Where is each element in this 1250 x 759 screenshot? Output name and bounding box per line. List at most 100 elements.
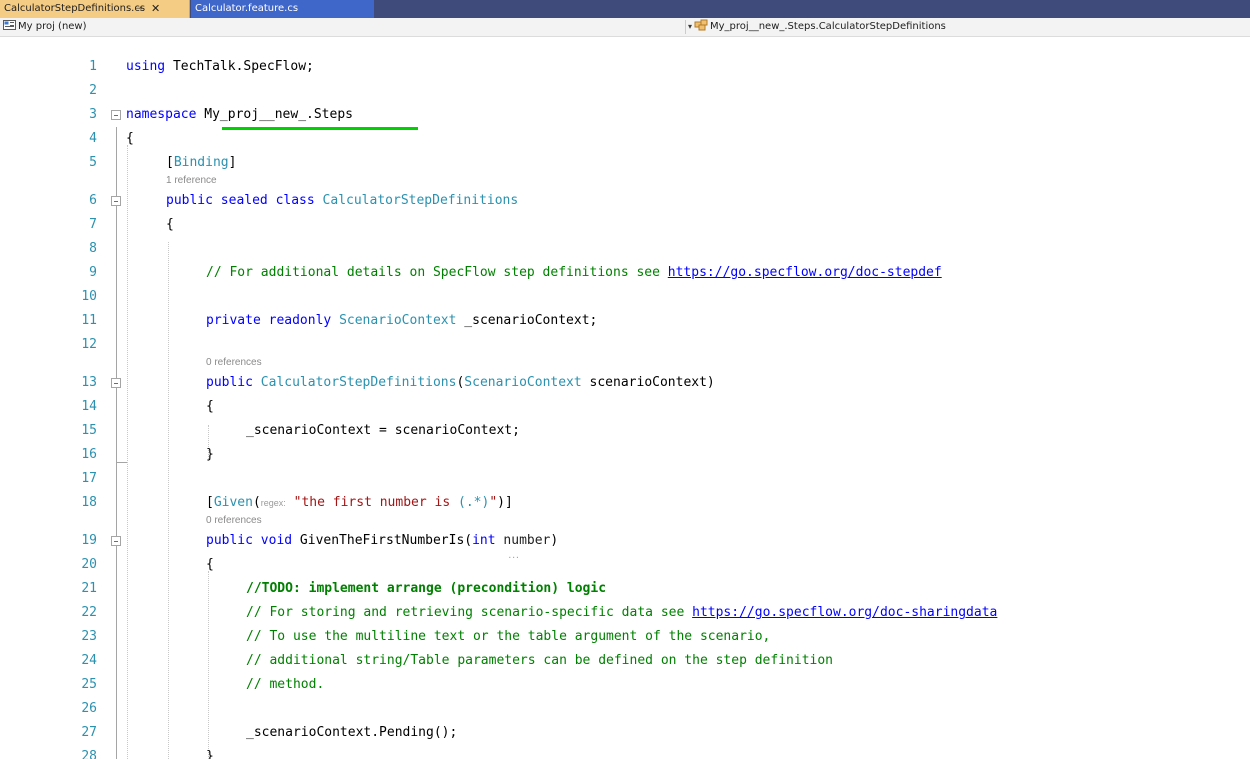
line-number: 13 (81, 375, 97, 390)
type-dropdown[interactable]: ▾ My_proj__new_.Steps.CalculatorStepDefi… (688, 18, 946, 36)
close-icon[interactable]: ✕ (151, 0, 160, 18)
field-declaration: private readonly ScenarioContext _scenar… (206, 313, 598, 328)
pending-call: _scenarioContext.Pending(); (246, 725, 458, 740)
code-line: 6 public sealed class CalculatorStepDefi… (0, 189, 1250, 213)
codelens-references[interactable]: 1 reference (166, 175, 217, 187)
code-line: 24 // additional string/Table parameters… (0, 649, 1250, 673)
collapse-icon[interactable] (111, 196, 121, 206)
brace: { (126, 131, 134, 146)
line-number: 2 (89, 83, 97, 98)
code-line: 13 public CalculatorStepDefinitions(Scen… (0, 371, 1250, 395)
link-stepdef[interactable]: https://go.specflow.org/doc-stepdef (668, 265, 942, 280)
code-line: 8 (0, 237, 1250, 261)
line-number: 9 (89, 265, 97, 280)
code-line: 2 (0, 79, 1250, 103)
codelens-references[interactable]: 0 references (206, 357, 262, 369)
line-number: 10 (81, 289, 97, 304)
line-number: 12 (81, 337, 97, 352)
line-number: 22 (81, 605, 97, 620)
tab-calculator-feature[interactable]: Calculator.feature.cs (191, 0, 374, 18)
line-number: 1 (89, 59, 97, 74)
code-line: 7 { (0, 213, 1250, 237)
code-line: 9 // For additional details on SpecFlow … (0, 261, 1250, 285)
navigation-bar: My proj (new) ▾ My_proj__new_.Steps.Calc… (0, 18, 1250, 37)
code-line: 16 } (0, 443, 1250, 467)
binding-attribute: [Binding] (166, 155, 237, 170)
code-line: 11 private readonly ScenarioContext _sce… (0, 309, 1250, 333)
code-line: 1 using TechTalk.SpecFlow; (0, 55, 1250, 79)
collapse-icon[interactable] (111, 110, 121, 120)
codelens-references[interactable]: 0 references (206, 515, 262, 527)
code-line: 14 { (0, 395, 1250, 419)
comment: // additional string/Table parameters ca… (246, 653, 833, 668)
comment: // For additional details on SpecFlow st… (206, 265, 942, 280)
line-number: 28 (81, 749, 97, 759)
line-number: 19 (81, 533, 97, 548)
tab-title: Calculator.feature.cs (195, 3, 299, 14)
line-number: 17 (81, 471, 97, 486)
code-line: 26 (0, 697, 1250, 721)
code-line: 22 // For storing and retrieving scenari… (0, 601, 1250, 625)
project-name: My proj (new) (18, 21, 87, 32)
comment: // method. (246, 677, 325, 692)
brace: { (206, 399, 214, 414)
code-line: 3 namespace My_proj__new_.Steps (0, 103, 1250, 127)
comment: // To use the multiline text or the tabl… (246, 629, 771, 644)
document-tab-bar: CalculatorStepDefinitions.cs ⊸ ✕ Calcula… (0, 0, 1250, 18)
line-number: 16 (81, 447, 97, 462)
code-line: 12 (0, 333, 1250, 357)
class-declaration: public sealed class CalculatorStepDefini… (166, 193, 519, 208)
collapse-icon[interactable] (111, 378, 121, 388)
csharp-project-icon (3, 20, 16, 30)
line-number: 27 (81, 725, 97, 740)
pin-icon[interactable]: ⊸ (135, 0, 143, 18)
line-number: 21 (81, 581, 97, 596)
line-number: 4 (89, 131, 97, 146)
constructor-declaration: public CalculatorStepDefinitions(Scenari… (206, 375, 715, 390)
collapse-icon[interactable] (111, 536, 121, 546)
code-editor[interactable]: 1 using TechTalk.SpecFlow; 2 3 namespace… (0, 37, 1250, 759)
navbar-divider (685, 20, 686, 34)
todo-comment: //TODO: implement arrange (precondition)… (246, 581, 607, 596)
line-number: 5 (89, 155, 97, 170)
line-number: 6 (89, 193, 97, 208)
code-line: 15 _scenarioContext = scenarioContext; (0, 419, 1250, 443)
line-number: 24 (81, 653, 97, 668)
line-number: 20 (81, 557, 97, 572)
line-number: 8 (89, 241, 97, 256)
type-name: My_proj__new_.Steps.CalculatorStepDefini… (710, 21, 946, 32)
line-number: 18 (81, 495, 97, 510)
line-number: 25 (81, 677, 97, 692)
code-line: 4 { (0, 127, 1250, 151)
code-line: 28 } (0, 745, 1250, 759)
link-sharingdata[interactable]: https://go.specflow.org/doc-sharingdata (692, 605, 997, 620)
given-attribute: [Given(regex: "the first number is (.*)"… (206, 495, 513, 510)
brace: { (206, 557, 214, 572)
code-line: 27 _scenarioContext.Pending(); (0, 721, 1250, 745)
code-line: 17 (0, 467, 1250, 491)
code-line: 20 { (0, 553, 1250, 577)
comment: // For storing and retrieving scenario-s… (246, 605, 998, 620)
class-icon (694, 19, 708, 31)
line-number: 23 (81, 629, 97, 644)
code-line: 23 // To use the multiline text or the t… (0, 625, 1250, 649)
code-line: 21 //TODO: implement arrange (preconditi… (0, 577, 1250, 601)
code-line: 25 // method. (0, 673, 1250, 697)
chevron-down-icon[interactable]: ▾ (688, 22, 692, 31)
assignment-statement: _scenarioContext = scenarioContext; (246, 423, 520, 438)
line-number: 7 (89, 217, 97, 232)
tab-title: CalculatorStepDefinitions.cs (4, 3, 146, 14)
namespace-declaration: namespace My_proj__new_.Steps (126, 107, 353, 122)
project-dropdown[interactable]: My proj (new) (3, 18, 87, 36)
using-directive: using TechTalk.SpecFlow; (126, 59, 314, 74)
code-line: 5 [Binding] (0, 151, 1250, 175)
code-line: 18 [Given(regex: "the first number is (.… (0, 491, 1250, 515)
line-number: 3 (89, 107, 97, 122)
code-line: 10 (0, 285, 1250, 309)
line-number: 15 (81, 423, 97, 438)
line-number: 11 (81, 313, 97, 328)
tab-calculator-step-definitions[interactable]: CalculatorStepDefinitions.cs ⊸ ✕ (0, 0, 190, 18)
line-number: 26 (81, 701, 97, 716)
parameter-hint: regex: (260, 498, 286, 508)
brace: } (206, 447, 214, 462)
